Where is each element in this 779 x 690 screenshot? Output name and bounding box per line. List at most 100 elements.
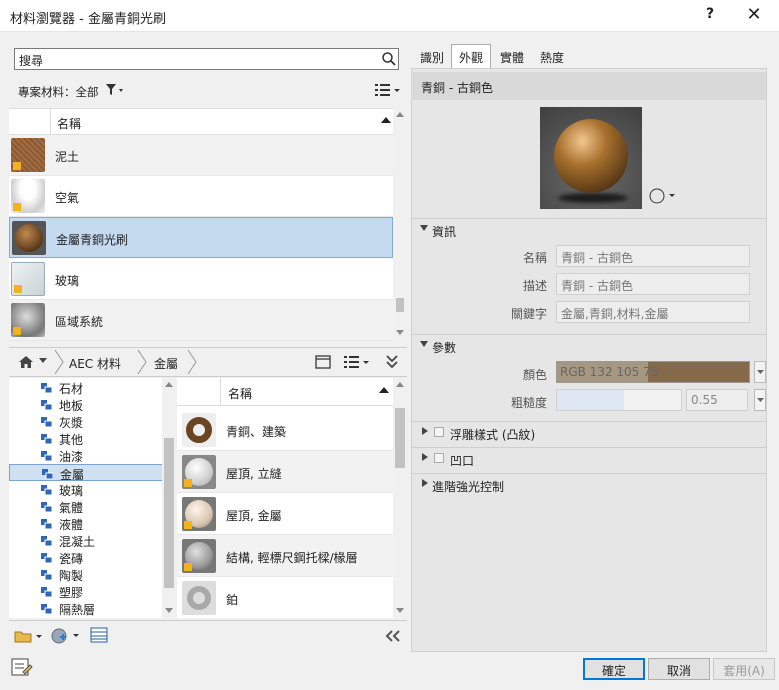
library-tree-item[interactable]: 石材 [9, 379, 163, 396]
open-library-icon[interactable] [14, 628, 44, 644]
filter-icon[interactable] [105, 83, 127, 97]
asset-row[interactable]: 鉑 [177, 577, 393, 618]
relief-checkbox[interactable] [434, 427, 444, 437]
material-row-bronze[interactable]: 金屬青銅光刷 [9, 217, 393, 258]
breadcrumb-separator [137, 350, 147, 374]
search-icon[interactable] [381, 51, 397, 67]
color-field[interactable]: RGB 132 105 75 [556, 361, 750, 383]
sort-ascending-icon[interactable] [379, 386, 389, 394]
material-row-glass[interactable]: 玻璃 [9, 259, 393, 300]
library-view-icon[interactable] [344, 355, 370, 369]
library-tree-label: 混凝土 [59, 535, 96, 549]
breadcrumb-item[interactable]: AEC 材料 [69, 355, 121, 372]
library-tree-item[interactable]: 金屬 [9, 464, 163, 482]
preview-options-icon[interactable] [649, 188, 677, 204]
cutout-checkbox[interactable] [434, 453, 444, 463]
tree-scrollbar[interactable] [162, 378, 176, 618]
library-tree-item[interactable]: 隔熱層 [9, 600, 163, 617]
asset-row[interactable]: 青銅、建築 [177, 409, 393, 451]
library-tree-label: 油漆 [59, 450, 84, 464]
tab-appearance[interactable]: 外觀 [451, 44, 492, 68]
scroll-up-icon[interactable] [165, 382, 173, 388]
color-dropdown[interactable] [754, 361, 766, 383]
create-material-icon[interactable] [51, 627, 81, 645]
asset-row[interactable]: 結構, 輕標尺鋼托樑/椽層 [177, 535, 393, 577]
material-row-air[interactable]: 空氣 [9, 176, 393, 217]
library-category-icon [41, 569, 53, 581]
tab-physical[interactable]: 實體 [492, 44, 532, 68]
scroll-down-icon[interactable] [165, 608, 173, 614]
section-label: 進階強光控制 [432, 480, 505, 494]
scroll-up-icon[interactable] [396, 382, 404, 388]
collapse-library-icon[interactable] [385, 630, 401, 642]
scroll-thumb[interactable] [164, 438, 174, 588]
collapse-panel-icon[interactable] [385, 354, 399, 370]
library-tree-item[interactable]: 其他 [9, 430, 163, 447]
tab-thermal[interactable]: 熱度 [532, 44, 572, 68]
scroll-down-icon[interactable] [396, 330, 404, 336]
roughness-slider[interactable] [556, 389, 682, 411]
library-tree-label: 玻璃 [59, 484, 84, 498]
section-relief-pattern[interactable]: 浮雕樣式 (凸紋) [412, 421, 767, 443]
material-list-scrollbar[interactable] [393, 108, 407, 341]
sort-ascending-icon[interactable] [381, 116, 391, 124]
scroll-thumb[interactable] [395, 408, 405, 468]
scroll-thumb[interactable] [396, 298, 404, 312]
bronze-thumbnail [12, 221, 46, 255]
roughness-dropdown[interactable] [754, 389, 766, 411]
asset-name: 鉑 [226, 593, 239, 607]
library-tree-item[interactable]: 油漆 [9, 447, 163, 464]
description-field[interactable]: 青銅 - 古銅色 [556, 273, 750, 295]
section-cutout[interactable]: 凹口 [412, 447, 767, 469]
library-tree-item[interactable]: 瓷磚 [9, 549, 163, 566]
library-tree-item[interactable]: 地板 [9, 396, 163, 413]
name-field[interactable]: 青銅 - 古銅色 [556, 245, 750, 267]
dirt-thumbnail [11, 138, 45, 172]
cancel-button[interactable]: 取消 [648, 658, 710, 680]
library-tree-item[interactable]: 玻璃 [9, 481, 163, 498]
close-button[interactable]: ✕ [742, 4, 766, 26]
material-list-header[interactable]: 名稱 [9, 109, 393, 135]
ok-button[interactable]: 確定 [583, 658, 645, 680]
asset-list-header[interactable]: 名稱 [177, 378, 393, 406]
material-editor-icon[interactable] [11, 658, 33, 678]
material-row-dirt[interactable]: 泥土 [9, 135, 393, 176]
library-tree-item[interactable]: 氣體 [9, 498, 163, 515]
library-tree-item[interactable]: 液體 [9, 515, 163, 532]
chevron-down-icon [757, 398, 764, 402]
asset-list-scrollbar[interactable] [393, 378, 407, 618]
library-tree-item[interactable]: 陶製 [9, 566, 163, 583]
help-button[interactable]: ? [698, 6, 722, 26]
library-asset-list: 名稱 青銅、建築 屋頂, 立縫 屋頂, 金屬 結構, 輕標尺鋼托樑/椽層 鉑 [177, 378, 407, 618]
material-name-column[interactable]: 名稱 [57, 115, 81, 132]
material-row-system[interactable]: 區域系統 [9, 300, 393, 341]
scroll-down-icon[interactable] [396, 608, 404, 614]
asset-row[interactable]: 屋頂, 金屬 [177, 493, 393, 535]
library-tree-item[interactable]: 塑膠 [9, 583, 163, 600]
apply-button[interactable]: 套用(A) [713, 658, 775, 680]
chevron-down-icon[interactable] [39, 358, 47, 364]
section-info[interactable]: 資訊 [412, 218, 767, 240]
tab-identity[interactable]: 識別 [412, 44, 452, 68]
section-parameters[interactable]: 參數 [412, 334, 767, 356]
chevron-down-icon [757, 370, 764, 374]
section-label: 資訊 [432, 225, 457, 239]
asset-row[interactable]: 屋頂, 立縫 [177, 451, 393, 493]
air-thumbnail [11, 179, 45, 213]
library-tree-item[interactable]: 混凝土 [9, 532, 163, 549]
asset-editor-icon[interactable] [90, 627, 108, 643]
ring-thumbnail [182, 581, 216, 615]
list-view-icon[interactable] [375, 83, 401, 97]
search-input[interactable]: 搜尋 [14, 48, 399, 70]
breadcrumb-item[interactable]: 金屬 [154, 355, 178, 372]
scroll-up-icon[interactable] [396, 112, 404, 118]
section-advanced-highlight[interactable]: 進階強光控制 [412, 473, 767, 495]
library-tree-item[interactable]: 灰漿 [9, 413, 163, 430]
library-tree-label: 石材 [59, 382, 84, 396]
home-icon[interactable] [18, 355, 34, 369]
asset-name-column[interactable]: 名稱 [228, 385, 252, 402]
panel-toggle-icon[interactable] [315, 355, 331, 369]
color-value: RGB 132 105 75 [560, 365, 659, 379]
roughness-value-field[interactable]: 0.55 [686, 389, 748, 411]
keywords-field[interactable]: 金屬,青銅,材料,金屬 [556, 301, 750, 323]
